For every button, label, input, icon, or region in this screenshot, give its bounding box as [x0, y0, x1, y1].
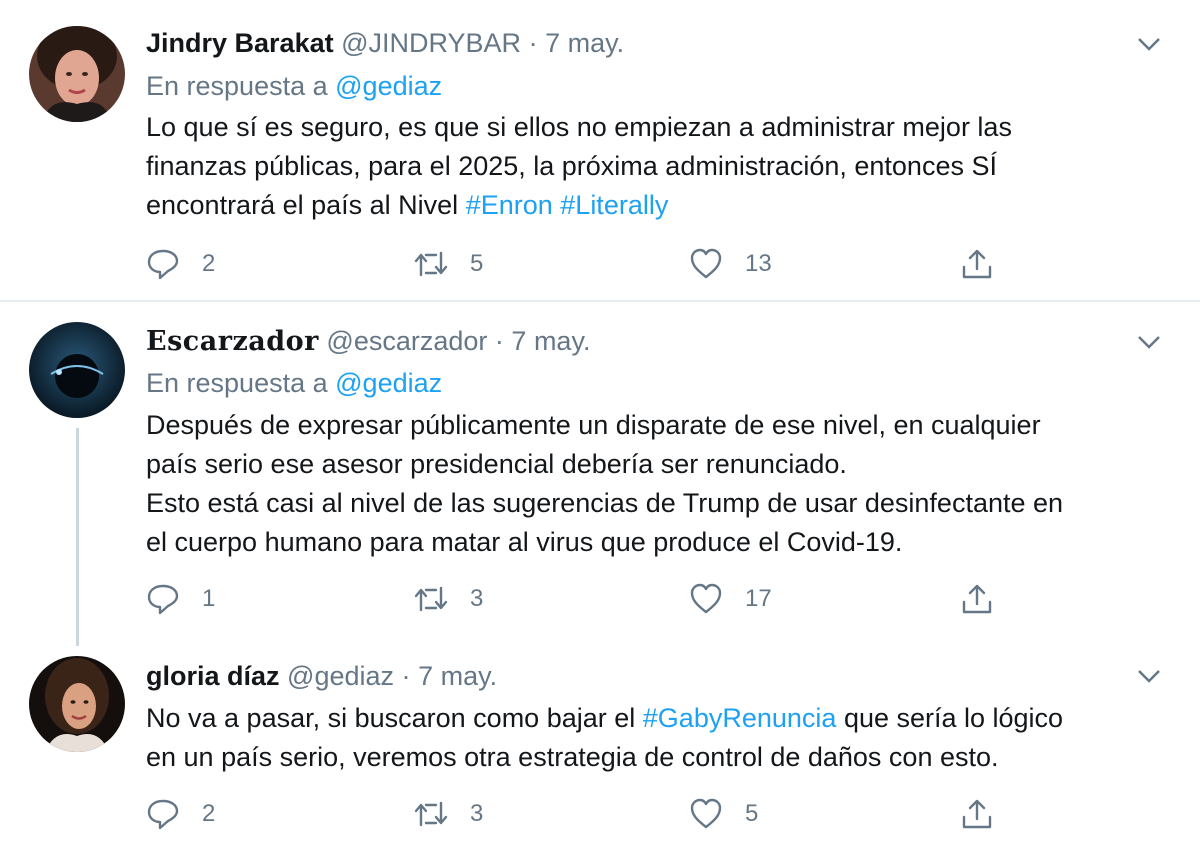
reply-button[interactable]: 1 — [146, 579, 215, 619]
like-count: 17 — [745, 585, 772, 612]
tweet-header: Escarzador @escarzador · 7 may. — [146, 324, 590, 359]
user-handle[interactable]: @gediaz — [287, 661, 394, 691]
share-button[interactable] — [960, 244, 994, 284]
display-name[interactable]: Escarzador — [146, 326, 319, 357]
hashtag-link[interactable]: #GabyRenuncia — [643, 703, 837, 733]
reply-icon — [147, 249, 179, 280]
tweet-actions: 2 5 13 — [146, 244, 1046, 284]
share-button[interactable] — [960, 794, 994, 834]
like-button[interactable]: 13 — [689, 244, 772, 284]
text-line: Después de expresar públicamente un disp… — [146, 410, 1041, 440]
share-button[interactable] — [960, 579, 994, 619]
like-button[interactable]: 5 — [689, 794, 758, 834]
retweet-icon — [414, 586, 448, 612]
separator-dot: · — [494, 326, 504, 356]
reply-count: 2 — [202, 250, 216, 277]
text-line: Lo que sí es seguro, es que si ellos no … — [146, 112, 1012, 142]
tweet-date[interactable]: 7 may. — [511, 326, 590, 356]
display-name[interactable]: gloria díaz — [146, 661, 280, 691]
share-icon — [962, 799, 992, 829]
chevron-down-icon[interactable] — [1136, 34, 1162, 54]
separator-dot: · — [401, 661, 411, 691]
retweet-count: 3 — [470, 800, 484, 827]
retweet-count: 3 — [470, 585, 484, 612]
like-count: 5 — [745, 800, 759, 827]
like-count: 13 — [745, 250, 772, 277]
tweet-text: Lo que sí es seguro, es que si ellos no … — [146, 108, 1166, 225]
text-line: No va a pasar, si buscaron como bajar el… — [146, 699, 1166, 738]
hashtag-link[interactable]: #Literally — [560, 190, 668, 220]
retweet-button[interactable]: 5 — [414, 244, 483, 284]
text-segment: No va a pasar, si buscaron como bajar el — [146, 703, 636, 733]
tweet-header: gloria díaz @gediaz · 7 may. — [146, 659, 497, 693]
separator-dot: · — [528, 28, 538, 58]
reply-to-line: En respuesta a @gediaz — [146, 366, 442, 400]
tweet-date[interactable]: 7 may. — [545, 28, 624, 58]
retweet-count: 5 — [470, 250, 484, 277]
tweet-jindry[interactable]: Jindry Barakat @JINDRYBAR · 7 may. En re… — [0, 0, 1200, 300]
reply-icon — [147, 584, 179, 615]
like-button[interactable]: 17 — [689, 579, 772, 619]
text-line: Esto está casi al nivel de las sugerenci… — [146, 488, 1064, 518]
reply-mention-link[interactable]: @gediaz — [335, 71, 442, 101]
tweet-escarzador[interactable]: Escarzador @escarzador · 7 may. En respu… — [0, 302, 1200, 642]
avatar[interactable] — [29, 26, 125, 122]
reply-icon — [147, 799, 179, 830]
reply-mention-link[interactable]: @gediaz — [335, 368, 442, 398]
text-line: encontrará el país al Nivel #Enron #Lite… — [146, 186, 1166, 225]
chevron-down-icon[interactable] — [1136, 666, 1162, 686]
reply-button[interactable]: 2 — [146, 244, 215, 284]
tweet-text: No va a pasar, si buscaron como bajar el… — [146, 699, 1166, 777]
reply-prefix: En respuesta a — [146, 71, 328, 101]
user-handle[interactable]: @escarzador — [326, 326, 487, 356]
retweet-icon — [414, 251, 448, 277]
text-line: finanzas públicas, para el 2025, la próx… — [146, 151, 997, 181]
tweet-header: Jindry Barakat @JINDRYBAR · 7 may. — [146, 26, 624, 60]
heart-icon — [690, 248, 722, 279]
heart-icon — [690, 583, 722, 614]
chevron-down-icon[interactable] — [1136, 332, 1162, 352]
share-icon — [962, 584, 992, 614]
reply-button[interactable]: 2 — [146, 794, 215, 834]
share-icon — [962, 249, 992, 279]
hashtag-link[interactable]: #Enron — [466, 190, 553, 220]
retweet-button[interactable]: 3 — [414, 794, 483, 834]
text-line: en un país serio, veremos otra estrategi… — [146, 742, 999, 772]
retweet-icon — [414, 801, 448, 827]
tweet-actions: 2 3 5 — [146, 794, 1046, 834]
display-name[interactable]: Jindry Barakat — [146, 28, 334, 58]
tweet-actions: 1 3 17 — [146, 579, 1046, 619]
user-handle[interactable]: @JINDRYBAR — [341, 28, 521, 58]
text-segment: encontrará el país al Nivel — [146, 190, 459, 220]
reply-count: 1 — [202, 585, 216, 612]
reply-prefix: En respuesta a — [146, 368, 328, 398]
retweet-button[interactable]: 3 — [414, 579, 483, 619]
avatar[interactable] — [29, 322, 125, 418]
tweet-gloria[interactable]: gloria díaz @gediaz · 7 may. No va a pas… — [0, 642, 1200, 846]
reply-count: 2 — [202, 800, 216, 827]
heart-icon — [690, 798, 722, 829]
avatar[interactable] — [29, 656, 125, 752]
reply-to-line: En respuesta a @gediaz — [146, 69, 442, 103]
text-segment: que sería lo lógico — [843, 703, 1064, 733]
text-line: el cuerpo humano para matar al virus que… — [146, 527, 903, 557]
text-line: país serio ese asesor presidencial deber… — [146, 449, 847, 479]
tweet-date[interactable]: 7 may. — [418, 661, 497, 691]
tweet-text: Después de expresar públicamente un disp… — [146, 406, 1166, 562]
